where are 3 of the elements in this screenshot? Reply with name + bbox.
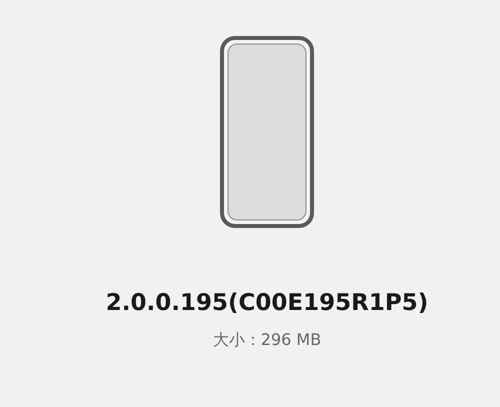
phone-icon [220, 36, 314, 228]
version-title: 2.0.0.195(C00E195R1P5) [106, 290, 428, 316]
size-label: 大小：296 MB [212, 330, 322, 351]
